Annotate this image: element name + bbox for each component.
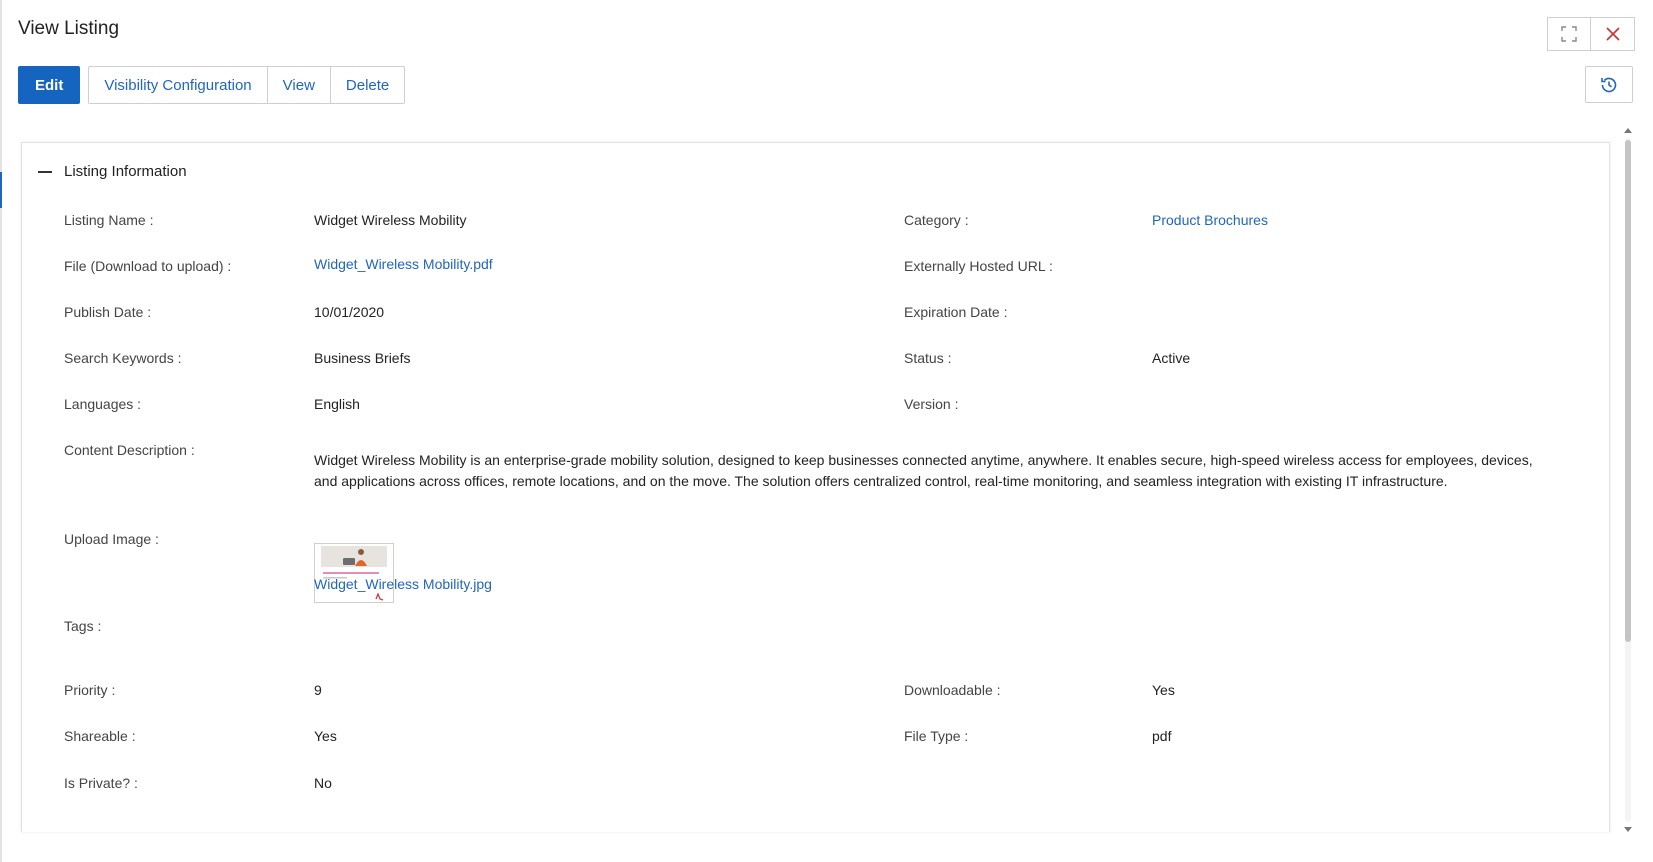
view-button[interactable]: View	[266, 67, 330, 103]
scroll-up-arrow[interactable]	[1624, 128, 1632, 133]
is-private-value: No	[314, 775, 332, 791]
category-label: Category :	[904, 212, 969, 228]
publish-date-value: 10/01/2020	[314, 304, 385, 320]
publish-date-label: Publish Date :	[64, 304, 152, 320]
file-label: File (Download to upload) :	[64, 258, 232, 274]
section-title: Listing Information	[64, 163, 187, 180]
downloadable-value: Yes	[1152, 682, 1175, 698]
listing-name-value: Widget Wireless Mobility	[314, 212, 467, 228]
external-url-label: Externally Hosted URL :	[904, 258, 1053, 274]
version-label: Version :	[904, 396, 959, 412]
shareable-label: Shareable :	[64, 728, 136, 744]
file-download-link[interactable]: Widget_Wireless Mobility.pdf	[314, 256, 493, 272]
file-type-label: File Type :	[904, 728, 969, 744]
tags-label: Tags :	[64, 618, 102, 634]
status-label: Status :	[904, 350, 952, 366]
search-keywords-value: Business Briefs	[314, 350, 411, 366]
delete-button[interactable]: Delete	[329, 67, 405, 103]
listing-name-label: Listing Name :	[64, 212, 154, 228]
languages-value: English	[314, 396, 360, 412]
close-button[interactable]	[1591, 17, 1635, 51]
upload-image-link[interactable]: Widget_Wireless Mobility.jpg	[314, 576, 492, 592]
search-keywords-label: Search Keywords :	[64, 350, 182, 366]
action-toolbar: Edit Visibility Configuration View Delet…	[18, 66, 406, 104]
left-edge	[0, 0, 2, 862]
category-link[interactable]: Product Brochures	[1152, 212, 1268, 228]
left-edge-accent	[0, 172, 2, 208]
priority-label: Priority :	[64, 682, 116, 698]
vertical-scrollbar[interactable]	[1622, 128, 1634, 832]
is-private-label: Is Private? :	[64, 775, 138, 791]
history-button[interactable]	[1585, 66, 1633, 103]
section-header[interactable]: Listing Information	[38, 163, 187, 180]
priority-value: 9	[314, 682, 322, 698]
image-thumbnail-icon	[315, 544, 393, 602]
history-icon	[1601, 77, 1617, 92]
file-type-value: pdf	[1152, 728, 1172, 744]
upload-image-label: Upload Image :	[64, 531, 159, 547]
languages-label: Languages :	[64, 396, 142, 412]
edit-button[interactable]: Edit	[18, 66, 81, 104]
scroll-thumb[interactable]	[1625, 140, 1631, 642]
visibility-configuration-button[interactable]: Visibility Configuration	[89, 67, 267, 103]
status-value: Active	[1152, 350, 1191, 366]
downloadable-label: Downloadable :	[904, 682, 1001, 698]
window-controls	[1547, 17, 1635, 51]
upload-image-thumbnail[interactable]	[314, 543, 394, 603]
expand-button[interactable]	[1547, 17, 1591, 51]
expiration-date-label: Expiration Date :	[904, 304, 1008, 320]
expand-icon	[1561, 26, 1577, 42]
page-title: View Listing	[18, 18, 120, 39]
collapse-icon[interactable]	[38, 170, 52, 173]
close-icon	[1605, 27, 1620, 41]
action-button-group: Visibility Configuration View Delete	[88, 66, 406, 104]
scroll-down-arrow[interactable]	[1624, 827, 1632, 832]
content-description-label: Content Description :	[64, 442, 195, 458]
listing-information-panel: Listing Information Listing Name : Widge…	[21, 142, 1610, 832]
shareable-value: Yes	[314, 728, 337, 744]
content-description-value: Widget Wireless Mobility is an enterpris…	[314, 452, 1533, 489]
